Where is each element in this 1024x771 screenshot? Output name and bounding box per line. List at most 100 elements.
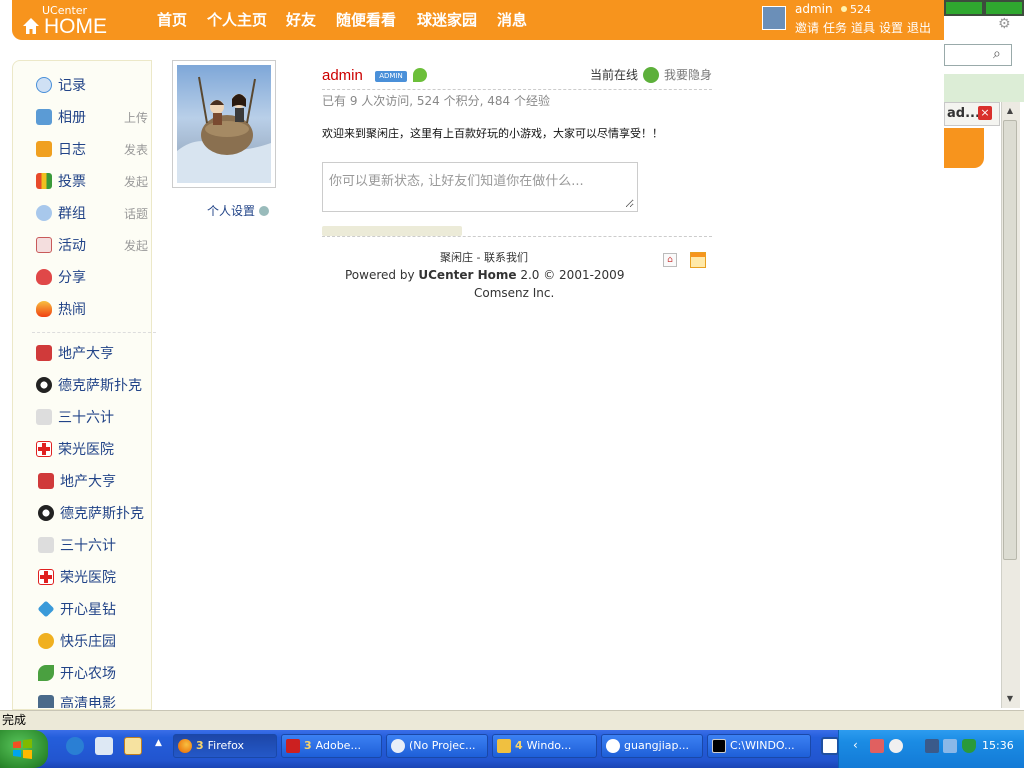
footer-company[interactable]: Comsenz Inc. <box>474 286 554 300</box>
header-username[interactable]: admin <box>795 2 833 16</box>
taskbar-button-cmd[interactable]: C:\WINDO... <box>707 734 811 758</box>
header-points: 524 <box>841 3 871 17</box>
album-upload-link[interactable]: 上传 <box>124 108 148 128</box>
status-input[interactable] <box>324 164 634 208</box>
welcome-message: 欢迎来到聚闲庄，这里有上百款好玩的小游戏，大家可以尽情享受！！ <box>322 127 663 140</box>
online-icon <box>643 67 659 83</box>
sidebar-app-hospital-2[interactable]: 荣光医院 <box>38 568 116 588</box>
records-icon <box>36 77 52 93</box>
scrollbar-thumb[interactable] <box>1003 120 1017 560</box>
nav-my-page[interactable]: 个人主页 <box>207 11 267 29</box>
background-search-field[interactable] <box>944 44 1012 66</box>
profile-username[interactable]: admin <box>322 67 363 85</box>
nav-home[interactable]: 首页 <box>157 11 187 29</box>
monopoly-icon <box>38 473 54 489</box>
nav-browse[interactable]: 随便看看 <box>336 11 396 29</box>
header-link-invite[interactable]: 邀请 <box>795 21 819 35</box>
calendar-icon[interactable] <box>690 252 706 268</box>
taskbar-clock[interactable]: 15:36 <box>982 739 1014 753</box>
background-orange-block <box>944 128 984 168</box>
event-icon <box>36 237 52 253</box>
tray-monitor-icon[interactable] <box>943 739 957 753</box>
background-window-toolbar <box>944 0 1024 16</box>
profile-settings-link[interactable]: 个人设置 <box>207 204 270 218</box>
firefox-icon <box>178 739 192 753</box>
poker-icon <box>36 377 52 393</box>
header-link-props[interactable]: 道具 <box>851 21 875 35</box>
hospital-icon <box>36 441 52 457</box>
tray-shield-icon[interactable] <box>962 739 976 753</box>
blog-post-link[interactable]: 发表 <box>124 140 148 160</box>
quicklaunch-expand-icon[interactable]: ▲ <box>155 738 162 748</box>
folder-icon <box>497 739 511 753</box>
project-icon <box>391 739 405 753</box>
go-invisible-link[interactable]: 我要隐身 <box>664 68 712 82</box>
sidebar-item-records[interactable]: 记录 <box>36 76 86 96</box>
sidebar-app-monopoly[interactable]: 地产大亨 <box>36 344 114 364</box>
sidebar-app-monopoly-2[interactable]: 地产大亨 <box>38 472 116 492</box>
tray-user-icon[interactable] <box>889 739 903 753</box>
sidebar-app-farm[interactable]: 开心农场 <box>38 664 116 684</box>
group-topic-link[interactable]: 话题 <box>124 204 148 224</box>
desktop-icon[interactable] <box>95 737 113 755</box>
diamond-icon <box>37 600 55 618</box>
sidebar-item-poll[interactable]: 投票 <box>36 172 86 192</box>
footer-brand-link[interactable]: UCenter Home <box>418 268 516 282</box>
scroll-up-icon[interactable]: ▲ <box>1003 104 1017 118</box>
taskbar-button-windows-explorer[interactable]: 4 Windo... <box>492 734 597 758</box>
taskbar-button-adobe[interactable]: 3 Adobe... <box>281 734 382 758</box>
sidebar-app-star-diamond[interactable]: 开心星钻 <box>37 600 116 620</box>
close-icon[interactable]: × <box>978 106 992 120</box>
settings-arrow-icon <box>259 206 270 216</box>
profile-photo[interactable] <box>172 60 276 188</box>
taskbar-button-chat[interactable]: guangjiap... <box>601 734 703 758</box>
home-icon[interactable]: ⌂ <box>663 253 677 267</box>
scroll-down-icon[interactable]: ▼ <box>1003 692 1017 706</box>
sidebar-item-blog[interactable]: 日志 <box>36 140 86 160</box>
ie-icon[interactable] <box>66 737 84 755</box>
footer-powered-by: Powered by UCenter Home 2.0 © 2001-2009 <box>345 268 625 282</box>
tray-app-icon[interactable] <box>870 739 884 753</box>
poll-icon <box>36 173 52 189</box>
windows-logo-icon <box>13 739 32 759</box>
blog-icon <box>36 141 52 157</box>
event-start-link[interactable]: 发起 <box>124 236 148 256</box>
footer-links[interactable]: 聚闲庄 - 联系我们 <box>440 251 528 264</box>
poll-start-link[interactable]: 发起 <box>124 172 148 192</box>
header-link-logout[interactable]: 退出 <box>907 21 931 35</box>
divider <box>322 236 712 237</box>
monopoly-icon <box>36 345 52 361</box>
nav-fan-home[interactable]: 球迷家园 <box>417 11 477 29</box>
sidebar-app-poker[interactable]: 德克萨斯扑克 <box>36 376 142 396</box>
chat-icon <box>606 739 620 753</box>
sidebar-app-happy-manor[interactable]: 快乐庄园 <box>38 632 116 652</box>
profile-illustration <box>177 76 271 183</box>
sidebar-app-36-stratagems[interactable]: 三十六计 <box>36 408 114 428</box>
tray-expand-icon[interactable]: ‹ <box>853 738 858 752</box>
sidebar-app-poker-2[interactable]: 德克萨斯扑克 <box>38 504 144 524</box>
nav-friends[interactable]: 好友 <box>286 11 316 29</box>
pinned-app-icon[interactable] <box>821 737 839 755</box>
leaf-icon <box>413 68 427 82</box>
movie-icon <box>38 695 54 708</box>
taskbar-button-firefox[interactable]: 3 Firefox <box>173 734 277 758</box>
sidebar-item-group[interactable]: 群组 <box>36 204 86 224</box>
sidebar-app-hd-movies[interactable]: 高清电影 <box>38 694 116 708</box>
header-avatar[interactable] <box>762 6 786 30</box>
header-link-tasks[interactable]: 任务 <box>823 21 847 35</box>
sidebar-item-album[interactable]: 相册 <box>36 108 86 128</box>
start-button[interactable] <box>0 730 48 768</box>
sidebar-app-36-stratagems-2[interactable]: 三十六计 <box>38 536 116 556</box>
sidebar-item-share[interactable]: 分享 <box>36 268 86 288</box>
search-icon[interactable]: ⌕ <box>993 46 1001 62</box>
status-box <box>322 162 638 212</box>
chick-icon <box>38 633 54 649</box>
nav-messages[interactable]: 消息 <box>497 11 527 29</box>
sidebar-item-hot[interactable]: 热闹 <box>36 300 86 320</box>
sidebar-app-hospital[interactable]: 荣光医院 <box>36 440 114 460</box>
header-link-settings[interactable]: 设置 <box>879 21 903 35</box>
sidebar-item-event[interactable]: 活动 <box>36 236 86 256</box>
taskbar-button-project[interactable]: (No Projec... <box>386 734 488 758</box>
tray-network-icon[interactable] <box>925 739 939 753</box>
clock-app-icon[interactable] <box>124 737 142 755</box>
